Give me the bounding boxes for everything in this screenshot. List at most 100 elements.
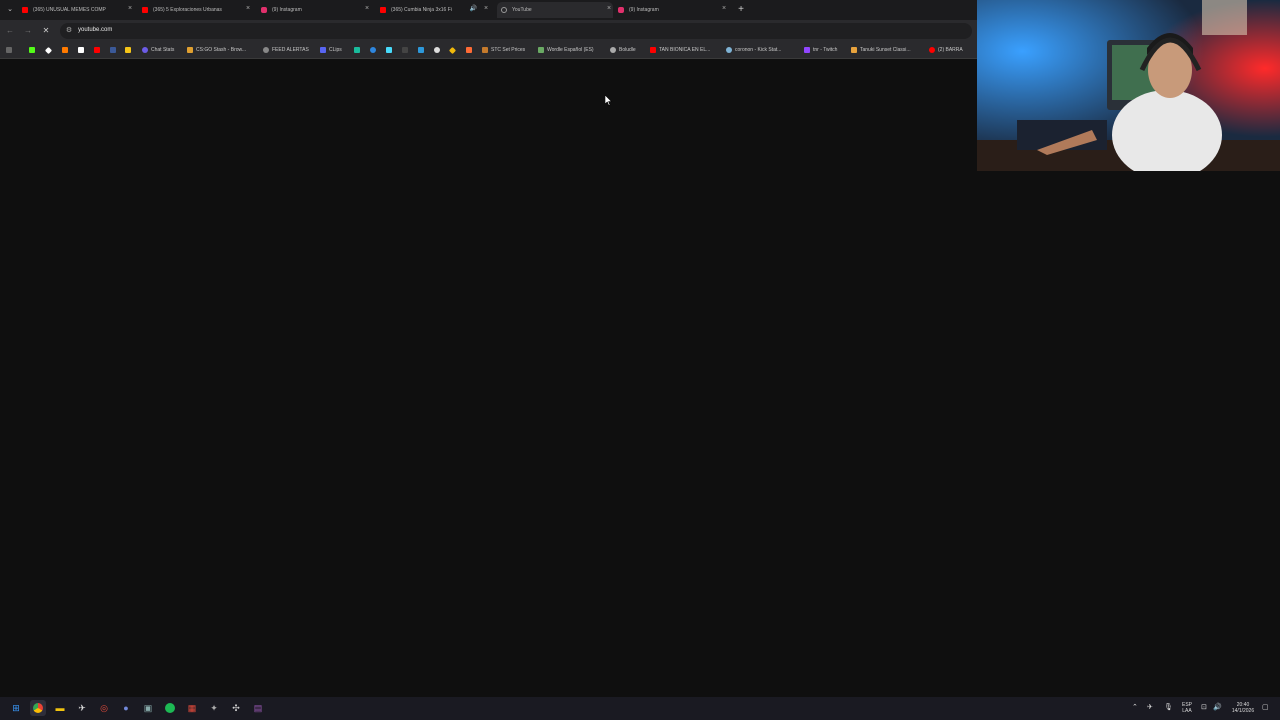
bookmark-icon <box>448 46 457 54</box>
bookmark-label: FEED ALERTAS <box>272 47 309 53</box>
close-icon[interactable]: × <box>363 5 371 12</box>
bookmark-tan-bionica[interactable]: TAN BIONICA EN EL... <box>650 45 710 55</box>
bookmark-icon-7[interactable] <box>125 45 134 55</box>
notifications-icon[interactable]: ▢ <box>1262 703 1269 711</box>
speaker-icon[interactable]: 🔊 <box>470 5 477 12</box>
youtube-icon <box>929 47 935 53</box>
youtube-icon <box>142 7 148 13</box>
bookmark-icon-5[interactable] <box>94 45 103 55</box>
back-icon[interactable]: ← <box>4 25 16 37</box>
tab-title: (365) Cumbia Ninja 3x16 Fi <box>391 7 452 13</box>
bookmark-icon <box>434 47 440 53</box>
bookmark-icon-11[interactable] <box>402 45 411 55</box>
bookmark-icon-14[interactable] <box>448 45 458 55</box>
app-icon-puzzle[interactable]: ✣ <box>228 700 244 716</box>
tab-youtube-active[interactable]: YouTube × <box>497 2 613 18</box>
a-letter-icon <box>78 47 84 53</box>
mouse-cursor-icon <box>605 95 613 106</box>
stop-loading-icon[interactable]: ✕ <box>40 25 52 37</box>
bookmark-icon-4[interactable] <box>78 45 87 55</box>
bookmark-tanuki[interactable]: Tanuki Sunset Classi... <box>851 45 911 55</box>
clips-icon <box>320 47 326 53</box>
apps-icon[interactable] <box>6 45 15 55</box>
twitch-icon <box>804 47 810 53</box>
forward-icon[interactable]: → <box>22 25 34 37</box>
bookmark-feed-alertas[interactable]: FEED ALERTAS <box>263 45 309 55</box>
tab-instagram-2[interactable]: (9) Instagram × <box>618 2 728 18</box>
bookmark-label: Chat Stats <box>151 47 175 53</box>
bookmark-icon-2[interactable] <box>44 45 54 55</box>
app-icon-gear[interactable]: ✦ <box>206 700 222 716</box>
bookmark-icon <box>418 47 424 53</box>
bookmark-barra[interactable]: (2) BARRA <box>929 45 963 55</box>
youtube-icon <box>650 47 656 53</box>
bookmark-icon-10[interactable] <box>386 45 395 55</box>
close-icon[interactable]: × <box>244 5 252 12</box>
bookmark-icon-13[interactable] <box>434 45 443 55</box>
globe-icon <box>610 47 616 53</box>
close-icon[interactable]: × <box>605 5 613 12</box>
bookmark-csgo-stash[interactable]: CS:GO Stash - Brow... <box>187 45 246 55</box>
bookmark-icon-12[interactable] <box>418 45 427 55</box>
bookmark-kick[interactable] <box>29 45 38 55</box>
clock-date: 14/1/2026 <box>1231 708 1255 714</box>
network-app-icon[interactable]: ✈ <box>1147 703 1153 711</box>
tab-title: (9) Instagram <box>272 7 302 13</box>
bookmark-clips[interactable]: CLips <box>320 45 342 55</box>
webcam-image <box>977 0 1280 171</box>
bookmark-coronon[interactable]: coronon - Kick Stat... <box>726 45 781 55</box>
url-text[interactable]: youtube.com <box>78 27 112 33</box>
bookmark-tnr-twitch[interactable]: tnr - Twitch <box>804 45 837 55</box>
tab-instagram-1[interactable]: (9) Instagram × <box>261 2 371 18</box>
file-explorer-icon[interactable]: ▬ <box>52 700 68 716</box>
input-language[interactable]: ESP LAA <box>1178 702 1196 714</box>
close-icon[interactable]: × <box>720 5 728 12</box>
tab-unusual-memes[interactable]: (365) UNUSUAL MEMES COMP × <box>22 2 134 18</box>
bookmark-icon <box>370 47 376 53</box>
bookmark-icon-15[interactable] <box>466 45 475 55</box>
bookmark-icon-8[interactable] <box>354 45 363 55</box>
bookmark-icon-6[interactable] <box>110 45 119 55</box>
bookmark-label: CLips <box>329 47 342 53</box>
kick-icon <box>29 47 35 53</box>
clock[interactable]: 20:40 14/1/2026 <box>1226 702 1260 714</box>
bookmark-label: STC Set Prices <box>491 47 526 53</box>
spotify-icon[interactable] <box>162 700 178 716</box>
close-icon[interactable]: × <box>482 5 490 12</box>
windows-start-icon[interactable]: ⊞ <box>8 700 24 716</box>
volume-icon[interactable]: 🔊 <box>1213 703 1222 711</box>
bookmark-icon-3[interactable] <box>62 45 71 55</box>
youtube-icon <box>22 7 28 13</box>
chrome-icon[interactable] <box>30 700 46 716</box>
tanuki-icon <box>851 47 857 53</box>
tab-exploraciones[interactable]: (365) 5 Exploraciones Urbanas × <box>142 2 252 18</box>
address-bar[interactable] <box>60 23 972 39</box>
tab-title: (365) 5 Exploraciones Urbanas <box>153 7 222 13</box>
bookmark-stc-set-prices[interactable]: STC Set Prices <box>482 45 525 55</box>
webcam-overlay <box>977 0 1280 171</box>
bookmark-wordle[interactable]: Wordle Español (ES) <box>538 45 594 55</box>
chevron-up-icon[interactable]: ⌃ <box>1132 703 1138 711</box>
discord-icon[interactable]: ● <box>118 700 134 716</box>
microphone-icon[interactable]: 🎙 <box>1164 703 1173 711</box>
close-icon[interactable]: × <box>126 5 134 12</box>
app-icon-purple[interactable]: ▤ <box>250 700 266 716</box>
new-tab-button[interactable]: + <box>735 3 747 17</box>
site-info-icon[interactable]: ⚙ <box>64 26 74 36</box>
tab-cumbia-ninja[interactable]: (365) Cumbia Ninja 3x16 Fi 🔊 × <box>380 2 490 18</box>
app-icon-obs[interactable]: ◎ <box>96 700 112 716</box>
app-icon-window[interactable]: ▣ <box>140 700 156 716</box>
link-icon <box>110 47 116 53</box>
instagram-icon <box>618 7 624 13</box>
bookmark-chat-stats[interactable]: Chat Stats <box>142 45 174 55</box>
bookmark-boludle[interactable]: Boludle <box>610 45 636 55</box>
bookmark-icon-9[interactable] <box>370 45 379 55</box>
steam-icon[interactable]: ✈ <box>74 700 90 716</box>
bookmark-icon <box>386 47 392 53</box>
wifi-icon[interactable]: ⊡ <box>1201 703 1207 711</box>
instagram-icon <box>261 7 267 13</box>
tab-search-icon[interactable]: ⌄ <box>4 4 16 16</box>
bookmark-icon <box>482 47 488 53</box>
app-icon-red[interactable]: ▦ <box>184 700 200 716</box>
bookmark-label: (2) BARRA <box>938 47 963 53</box>
